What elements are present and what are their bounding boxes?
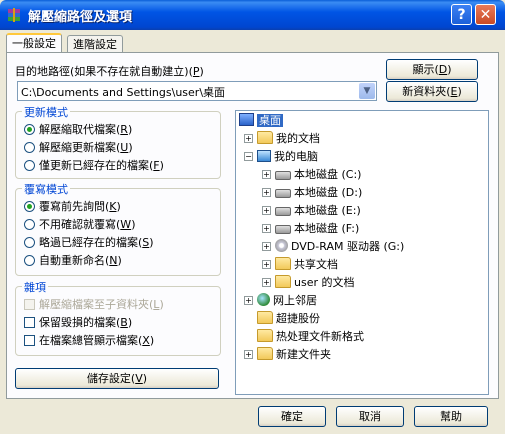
folder-icon (257, 347, 273, 360)
expand-icon[interactable]: + (244, 134, 253, 143)
help-icon: ? (457, 7, 466, 23)
tree-node-folder-1[interactable]: 超捷股份 (257, 311, 320, 327)
show-button[interactable]: 顯示(D) (386, 59, 478, 80)
network-icon (257, 293, 270, 306)
folder-icon (257, 131, 273, 144)
folder-icon (275, 275, 291, 288)
expand-icon[interactable]: + (262, 170, 271, 179)
help-button[interactable]: 幫助 (414, 406, 488, 427)
drive-icon (275, 189, 291, 198)
folder-icon (257, 311, 273, 324)
folder-icon (275, 257, 291, 270)
radio-selected[interactable] (24, 201, 35, 212)
update-option-replace[interactable]: 解壓縮取代檔案(R) (24, 121, 132, 137)
tree-node-network[interactable]: + 网上邻居 (244, 293, 317, 309)
overwrite-option-ask[interactable]: 覆寫前先詢問(K) (24, 198, 121, 214)
radio[interactable] (24, 237, 35, 248)
computer-icon (257, 150, 271, 162)
expand-icon[interactable]: + (262, 188, 271, 197)
expand-icon[interactable]: + (262, 206, 271, 215)
drive-icon (275, 171, 291, 180)
tree-node-dvd-g[interactable]: + DVD-RAM 驱动器 (G:) (262, 239, 404, 255)
misc-group: 雜項 解壓縮檔案至子資料夾(L) 保留毀損的檔案(B) 在檔案總管顯示檔案(X) (15, 279, 221, 356)
close-button[interactable]: ✕ (475, 4, 496, 25)
drive-icon (275, 207, 291, 216)
tree-node-my-computer[interactable]: − 我的电脑 (244, 149, 318, 165)
misc-option-subfolder: 解壓縮檔案至子資料夾(L) (24, 296, 164, 312)
overwrite-option-skip[interactable]: 略過已經存在的檔案(S) (24, 234, 154, 250)
tree-node-drive-c[interactable]: + 本地磁盘 (C:) (262, 167, 361, 183)
radio[interactable] (24, 142, 35, 153)
save-settings-button[interactable]: 儲存設定(V) (15, 368, 219, 389)
drive-icon (275, 225, 291, 234)
dvd-icon (275, 239, 288, 252)
winrar-icon (8, 8, 20, 22)
tree-node-my-documents[interactable]: + 我的文档 (244, 131, 320, 147)
help-title-button[interactable]: ? (451, 4, 472, 25)
checkbox[interactable] (24, 335, 35, 346)
desktop-icon (239, 113, 254, 126)
expand-icon[interactable]: + (262, 278, 271, 287)
radio[interactable] (24, 160, 35, 171)
update-option-existing[interactable]: 僅更新已經存在的檔案(F) (24, 157, 164, 173)
tree-node-desktop[interactable]: 桌面 (239, 113, 283, 129)
close-icon: ✕ (479, 7, 492, 23)
radio-selected[interactable] (24, 124, 35, 135)
misc-option-keep-broken[interactable]: 保留毀損的檔案(B) (24, 314, 132, 330)
expand-icon[interactable]: + (262, 260, 271, 269)
radio[interactable] (24, 255, 35, 266)
collapse-icon[interactable]: − (244, 152, 253, 161)
checkbox-disabled (24, 299, 35, 310)
misc-option-show-explorer[interactable]: 在檔案總管顯示檔案(X) (24, 332, 154, 348)
tree-node-drive-f[interactable]: + 本地磁盘 (F:) (262, 221, 359, 237)
overwrite-option-rename[interactable]: 自動重新命名(N) (24, 252, 122, 268)
new-folder-button[interactable]: 新資料夾(E) (386, 81, 478, 102)
dest-path-combo[interactable]: C:\Documents and Settings\user\桌面 ▼ (17, 81, 377, 101)
checkbox[interactable] (24, 317, 35, 328)
chevron-down-icon[interactable]: ▼ (359, 83, 375, 99)
overwrite-option-no-confirm[interactable]: 不用確認就覆寫(W) (24, 216, 135, 232)
misc-title: 雜項 (22, 279, 48, 295)
expand-icon[interactable]: + (244, 350, 253, 359)
expand-icon[interactable]: + (262, 224, 271, 233)
title-bar: 解壓縮路徑及選項 ? ✕ (0, 0, 505, 30)
folder-icon (257, 329, 273, 342)
cancel-button[interactable]: 取消 (336, 406, 404, 427)
window-title: 解壓縮路徑及選項 (28, 10, 133, 25)
expand-icon[interactable]: + (262, 242, 271, 251)
ok-button[interactable]: 確定 (258, 406, 326, 427)
dest-path-label: 目的地路徑(如果不存在就自動建立)(P) (15, 65, 204, 78)
tree-node-shared-docs[interactable]: + 共享文档 (262, 257, 338, 273)
tree-node-drive-d[interactable]: + 本地磁盘 (D:) (262, 185, 362, 201)
tree-node-folder-2[interactable]: 热处理文件新格式 (257, 329, 364, 345)
overwrite-mode-title: 覆寫模式 (22, 181, 70, 197)
tree-node-drive-e[interactable]: + 本地磁盘 (E:) (262, 203, 361, 219)
tree-node-new-folder[interactable]: + 新建文件夹 (244, 347, 331, 363)
folder-tree[interactable]: 桌面 + 我的文档 − 我的电脑 + 本地磁盘 (C:) + 本地磁盘 (D:) + 本地… (235, 110, 489, 395)
expand-icon[interactable]: + (244, 296, 253, 305)
overwrite-mode-group: 覆寫模式 覆寫前先詢問(K) 不用確認就覆寫(W) 略過已經存在的檔案(S) 自… (15, 181, 221, 276)
update-mode-group: 更新模式 解壓縮取代檔案(R) 解壓縮更新檔案(U) 僅更新已經存在的檔案(F) (15, 104, 221, 179)
dest-path-value: C:\Documents and Settings\user\桌面 (21, 86, 226, 99)
tree-node-user-docs[interactable]: + user 的文档 (262, 275, 355, 291)
dialog-body: 一般設定 進階設定 目的地路徑(如果不存在就自動建立)(P) 顯示(D) C:\… (0, 30, 505, 434)
update-mode-title: 更新模式 (22, 104, 70, 120)
radio[interactable] (24, 219, 35, 230)
update-option-update[interactable]: 解壓縮更新檔案(U) (24, 139, 133, 155)
